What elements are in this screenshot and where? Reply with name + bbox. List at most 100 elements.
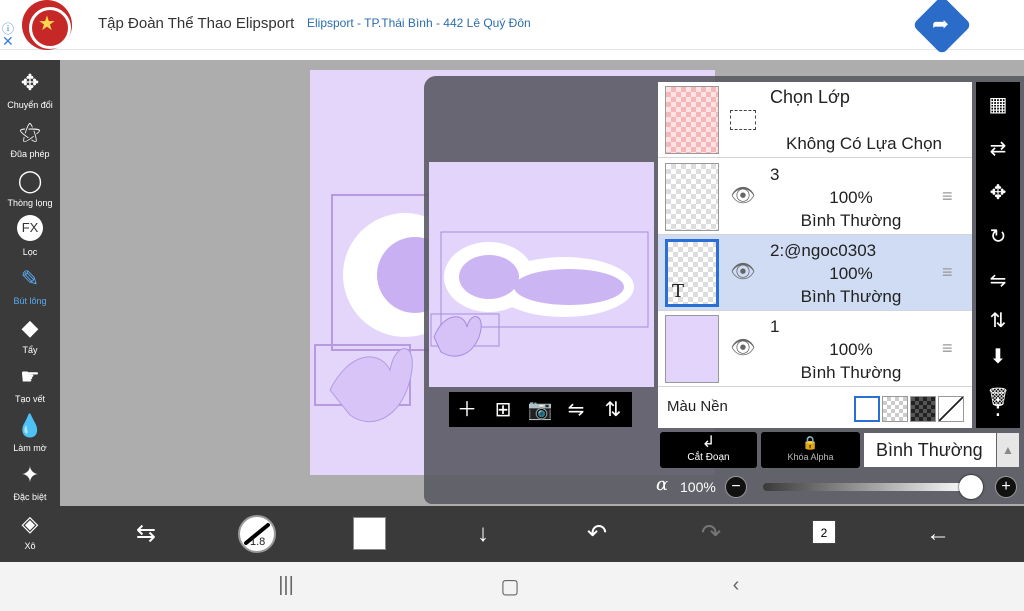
- drag-handle-icon[interactable]: ≡: [942, 263, 962, 281]
- layer-row-selected[interactable]: T 👁 2:@ngoc0303 100% Bình Thường ≡: [658, 235, 972, 311]
- undo-icon[interactable]: ↶: [579, 516, 615, 552]
- layer-name: 1: [770, 317, 780, 336]
- recents-icon[interactable]: |||: [266, 574, 306, 597]
- layer-swap-icon[interactable]: ⇄: [983, 134, 1013, 164]
- selection-title: Chọn Lớp: [770, 87, 850, 107]
- layer-preview[interactable]: [429, 162, 654, 387]
- background-none-swatch[interactable]: [938, 396, 964, 422]
- background-label: Màu Nền: [667, 398, 728, 415]
- home-icon[interactable]: ▢: [490, 574, 530, 599]
- clip-button[interactable]: ↲ Cắt Đoạn: [660, 432, 757, 468]
- more-icon[interactable]: ⋮: [983, 392, 1013, 422]
- ad-title[interactable]: Tập Đoàn Thể Thao Elipsport: [98, 15, 294, 32]
- flip-horizontal-icon[interactable]: ⇋: [983, 266, 1013, 296]
- alpha-plus-button[interactable]: +: [995, 476, 1017, 498]
- tool-lasso[interactable]: ◯ Thòng lọng: [0, 162, 60, 211]
- layer-opacity: 100%: [829, 340, 873, 359]
- download-icon[interactable]: ↓: [465, 516, 501, 552]
- flip-horizontal-button[interactable]: ⇋: [562, 396, 590, 424]
- rotate-icon[interactable]: ↻: [983, 222, 1013, 252]
- back-icon[interactable]: ‹: [716, 574, 756, 597]
- brush-size-value: 1.8: [250, 536, 266, 548]
- layer-row[interactable]: 👁 1 100% Bình Thường ≡: [658, 311, 972, 387]
- selection-thumbnail: [665, 86, 719, 154]
- layer-row[interactable]: 👁 3 100% Bình Thường ≡: [658, 159, 972, 235]
- tool-magic-wand[interactable]: ⚝ Đũa phép: [0, 113, 60, 162]
- tool-label: Tẩy: [22, 345, 38, 355]
- fx-icon: FX: [17, 215, 43, 241]
- system-nav-bar: ||| ▢ ‹: [0, 562, 1024, 611]
- chevron-up-icon[interactable]: ▲: [997, 433, 1019, 467]
- alpha-lock-button[interactable]: 🔒 Khóa Alpha: [761, 432, 860, 468]
- tool-move[interactable]: ✥ Chuyển đổi: [0, 64, 60, 113]
- color-picker-button[interactable]: [353, 517, 386, 550]
- tool-label: Bút lông: [13, 296, 47, 306]
- ad-close-icon[interactable]: ✕: [2, 33, 14, 50]
- swap-tool-icon[interactable]: ⇆: [128, 516, 164, 552]
- tool-fx[interactable]: FX Lọc: [0, 211, 60, 260]
- back-arrow-icon[interactable]: ←: [920, 516, 956, 552]
- preview-artwork: [430, 231, 649, 357]
- add-layer-button[interactable]: ＋: [453, 396, 481, 424]
- preview-toolbar: ＋ ⊞ 📷 ⇋ ⇅: [449, 392, 632, 427]
- flip-vertical-icon[interactable]: ⇅: [983, 306, 1013, 336]
- layers-count-button[interactable]: 2: [812, 520, 836, 544]
- tool-bucket[interactable]: ◈ Xô: [0, 505, 60, 554]
- camera-button[interactable]: 📷: [526, 396, 554, 424]
- eye-icon[interactable]: 👁: [730, 183, 756, 209]
- magic-wand-icon: ⚝: [19, 119, 41, 144]
- tool-special[interactable]: ✦ Đặc biệt: [0, 456, 60, 505]
- drag-handle-icon[interactable]: ≡: [942, 187, 962, 205]
- tool-smudge[interactable]: ☛ Tạo vết: [0, 358, 60, 407]
- ad-directions-button[interactable]: ➦: [912, 0, 972, 55]
- alpha-slider-handle[interactable]: [959, 475, 983, 499]
- layer-thumbnail: T: [665, 239, 719, 307]
- alpha-symbol: α: [656, 474, 669, 495]
- background-checker-swatch[interactable]: [882, 396, 908, 422]
- tool-label: Chuyển đổi: [7, 100, 53, 110]
- alpha-value: 100%: [680, 479, 716, 495]
- alpha-lock-label: Khóa Alpha: [787, 452, 834, 462]
- background-dark-checker-swatch[interactable]: [910, 396, 936, 422]
- checker-icon[interactable]: ▦: [983, 90, 1013, 120]
- move-layer-icon[interactable]: ✥: [983, 178, 1013, 208]
- bucket-icon: ◈: [21, 511, 39, 536]
- layer-blend-mode: Bình Thường: [800, 363, 902, 382]
- brush-icon: ✎: [20, 266, 40, 291]
- background-white-swatch[interactable]: [854, 396, 880, 422]
- tool-brush[interactable]: ✎ Bút lông: [0, 260, 60, 309]
- tool-label: Làm mờ: [13, 443, 47, 453]
- lasso-icon: ◯: [17, 168, 43, 193]
- layer-name: 3: [770, 165, 780, 184]
- add-image-layer-button[interactable]: ⊞: [489, 396, 517, 424]
- ad-banner[interactable]: ⓘ ✕ Tập Đoàn Thể Thao Elipsport Elipspor…: [0, 0, 1024, 55]
- layer-name: 2:@ngoc0303: [770, 241, 877, 260]
- drag-handle-icon[interactable]: ≡: [942, 339, 962, 357]
- move-icon: ✥: [20, 70, 40, 95]
- background-row: Màu Nền: [658, 388, 972, 428]
- eye-icon[interactable]: 👁: [730, 335, 756, 361]
- left-toolbar: ✥ Chuyển đổi ⚝ Đũa phép ◯ Thòng lọng FX Lọc ✎ Bút…: [0, 60, 60, 564]
- eye-icon[interactable]: 👁: [730, 259, 756, 285]
- flip-vertical-button[interactable]: ⇅: [599, 396, 627, 424]
- blend-mode-select[interactable]: Bình Thường: [864, 433, 996, 467]
- redo-icon[interactable]: ↷: [693, 516, 729, 552]
- layers-panel: Chọn Lớp Không Có Lựa Chọn 👁 3 100% Bình…: [658, 82, 972, 428]
- layer-actions-column: ▦ ⇄ ✥ ↻ ⇋ ⇅ ⬇ 🗑: [976, 82, 1020, 428]
- alpha-minus-button[interactable]: −: [725, 476, 747, 498]
- tool-label: Đũa phép: [10, 149, 50, 159]
- tool-blur[interactable]: 💧 Làm mờ: [0, 407, 60, 456]
- ad-subtitle[interactable]: Elipsport - TP.Thái Bình - 442 Lê Quý Đô…: [307, 16, 531, 30]
- ad-logo[interactable]: [22, 0, 72, 50]
- merge-down-icon[interactable]: ⬇: [983, 342, 1013, 372]
- alpha-slider[interactable]: [763, 483, 971, 491]
- layer-blend-mode: Bình Thường: [800, 287, 902, 306]
- bottom-toolbar: ⇆ 1.8 ↓ ↶ ↷ 2 ←: [60, 506, 1024, 562]
- tool-eraser[interactable]: ◆ Tẩy: [0, 309, 60, 358]
- selection-layer-row[interactable]: Chọn Lớp Không Có Lựa Chọn: [658, 82, 972, 158]
- layer-opacity: 100%: [829, 188, 873, 207]
- text-layer-icon: T: [672, 281, 685, 302]
- tool-label: Xô: [24, 541, 36, 551]
- tool-label: Tạo vết: [14, 394, 45, 404]
- lock-icon: 🔒: [802, 435, 819, 450]
